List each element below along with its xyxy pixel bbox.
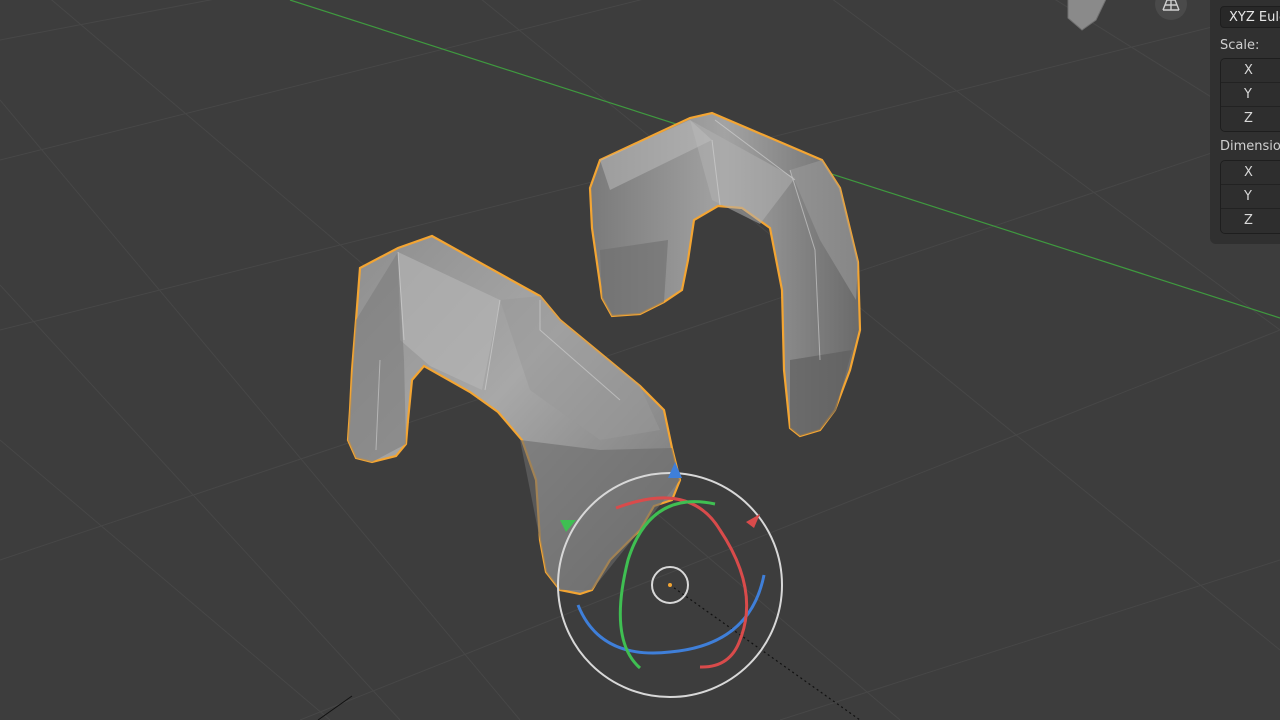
rotation-mode-dropdown[interactable]: XYZ Euler: [1220, 6, 1280, 28]
scene-canvas[interactable]: [0, 0, 1280, 720]
dimension-fields: X Y Z: [1220, 160, 1280, 234]
dimension-x-field[interactable]: X: [1221, 161, 1280, 185]
3d-viewport[interactable]: XYZ Euler Scale: X Y Z Dimensions: X Y Z: [0, 0, 1280, 720]
scale-x-field[interactable]: X: [1221, 59, 1280, 83]
distant-object: [1067, 0, 1107, 31]
scale-y-field[interactable]: Y: [1221, 83, 1280, 107]
dimension-z-field[interactable]: Z: [1221, 209, 1280, 233]
scale-fields: X Y Z: [1220, 58, 1280, 132]
scale-z-field[interactable]: Z: [1221, 107, 1280, 131]
properties-sidebar: XYZ Euler Scale: X Y Z Dimensions: X Y Z: [1210, 0, 1280, 244]
dimensions-label: Dimensions:: [1220, 139, 1280, 154]
dimension-y-field[interactable]: Y: [1221, 185, 1280, 209]
floor-grid: [0, 0, 1280, 720]
grid-icon[interactable]: [1155, 0, 1187, 20]
scale-label: Scale:: [1220, 38, 1260, 53]
